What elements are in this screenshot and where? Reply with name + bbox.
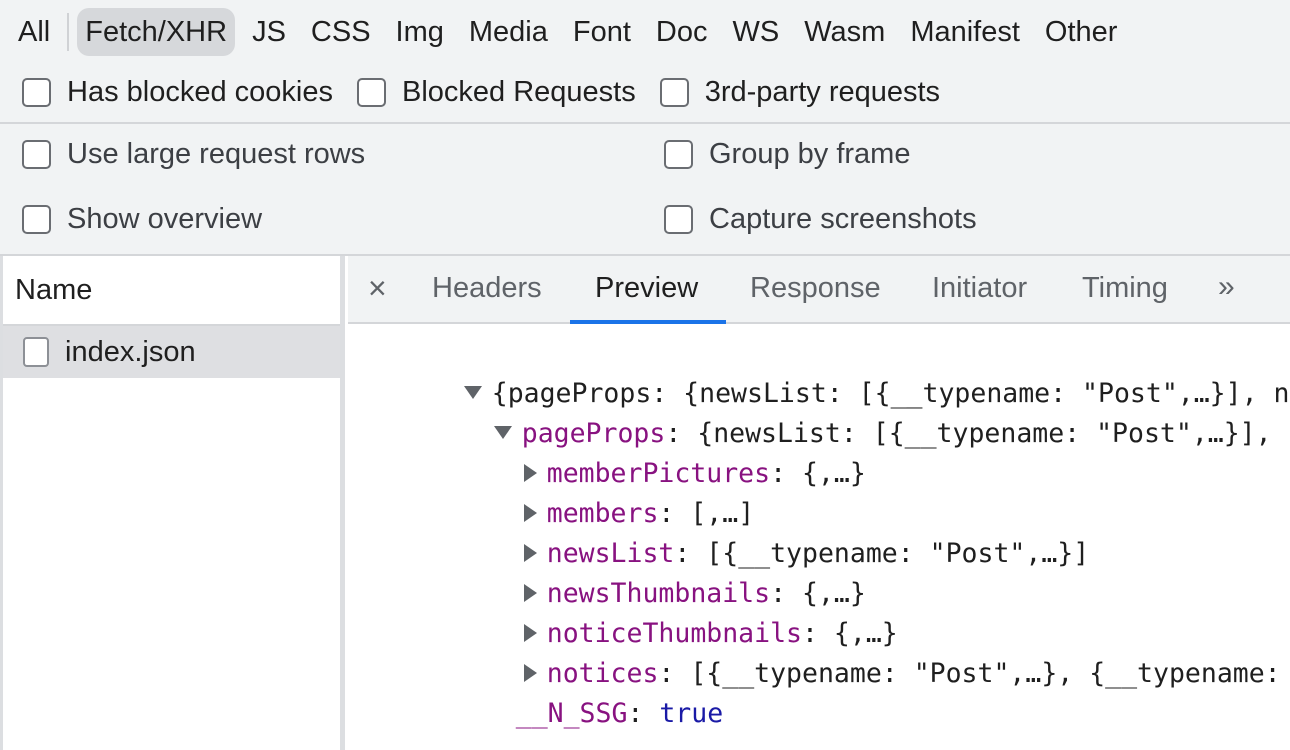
tab-headers[interactable]: Headers [432, 256, 542, 324]
json-entry[interactable]: notices: [{__typename: "Post",…}, {__typ… [428, 614, 1290, 689]
json-entry[interactable]: newsList: [{__typename: "Post",…}] [428, 494, 1089, 569]
filter-img-button[interactable]: Img [388, 8, 452, 56]
filter-fetch-xhr-button[interactable]: Fetch/XHR [77, 8, 236, 56]
group-by-frame-checkbox[interactable] [664, 140, 693, 169]
request-name: index.json [65, 335, 196, 368]
json-entry[interactable]: memberPictures: {,…} [428, 414, 866, 489]
filter-css-button[interactable]: CSS [303, 8, 379, 56]
json-preview: {pageProps: {newsList: [{__typename: "Po… [348, 324, 1290, 750]
blocked-requests-label: Blocked Requests [401, 75, 636, 108]
filter-media-button[interactable]: Media [461, 8, 556, 56]
request-row[interactable]: index.json [3, 326, 340, 378]
filter-other-button[interactable]: Other [1037, 8, 1126, 56]
third-party-requests-checkbox[interactable] [659, 77, 689, 107]
filter-doc-button[interactable]: Doc [648, 8, 716, 56]
json-entry[interactable]: newsThumbnails: {,…} [428, 534, 866, 609]
filter-wasm-button[interactable]: Wasm [796, 8, 893, 56]
request-detail-panel: × Headers Preview Response Initiator Tim… [348, 256, 1290, 750]
json-value: : {,…} [770, 458, 866, 489]
network-settings-pane: Use large request rows Group by frame Sh… [0, 124, 1290, 256]
has-blocked-cookies-label: Has blocked cookies [67, 75, 333, 108]
close-icon[interactable]: × [368, 270, 387, 306]
document-icon [23, 337, 49, 367]
has-blocked-cookies-option[interactable]: Has blocked cookies [22, 76, 333, 109]
group-by-frame-label: Group by frame [709, 138, 911, 170]
json-root-node[interactable]: {pageProps: {newsList: [{__typename: "Po… [368, 334, 1290, 409]
capture-screenshots-checkbox[interactable] [664, 205, 693, 234]
tab-timing[interactable]: Timing [1082, 256, 1168, 324]
json-key: __N_SSG [515, 698, 628, 729]
filter-checkbox-row: Has blocked cookies Blocked Requests 3rd… [22, 70, 964, 114]
filter-divider [67, 13, 70, 51]
filter-all-button[interactable]: All [10, 8, 58, 56]
capture-screenshots-label: Capture screenshots [709, 203, 977, 235]
blocked-requests-option[interactable]: Blocked Requests [356, 75, 636, 109]
network-filter-bar: All Fetch/XHR JS CSS Img Media Font Doc … [0, 0, 1290, 124]
json-entry[interactable]: members: [,…] [428, 454, 754, 529]
has-blocked-cookies-checkbox[interactable] [22, 77, 51, 107]
name-column-header[interactable]: Name [3, 256, 340, 326]
detail-tab-bar: × Headers Preview Response Initiator Tim… [348, 256, 1290, 324]
filter-js-button[interactable]: JS [244, 8, 294, 56]
use-large-rows-option[interactable]: Use large request rows [22, 138, 365, 171]
third-party-requests-label: 3rd-party requests [704, 75, 941, 108]
tab-initiator[interactable]: Initiator [932, 256, 1027, 324]
tab-preview[interactable]: Preview [595, 256, 698, 324]
show-overview-label: Show overview [67, 203, 263, 235]
json-nssg-entry: __N_SSG: true [420, 654, 723, 729]
blocked-requests-checkbox[interactable] [356, 77, 386, 107]
filter-ws-button[interactable]: WS [725, 8, 788, 56]
json-pageprops-node[interactable]: pageProps: {newsList: [{__typename: "Pos… [398, 374, 1290, 449]
group-by-frame-option[interactable]: Group by frame [664, 138, 910, 171]
json-value: : [{__typename: "Post",…}, {__typename: … [658, 658, 1281, 689]
filter-font-button[interactable]: Font [565, 8, 639, 56]
json-boolean-value: true [659, 698, 724, 729]
tab-response[interactable]: Response [750, 256, 881, 324]
json-separator: : [627, 698, 660, 729]
use-large-rows-checkbox[interactable] [22, 140, 51, 169]
resource-type-filters: All Fetch/XHR JS CSS Img Media Font Doc … [0, 6, 1134, 58]
more-tabs-icon[interactable]: » [1218, 270, 1235, 304]
capture-screenshots-option[interactable]: Capture screenshots [664, 203, 977, 236]
request-list-panel: Name index.json [0, 256, 345, 750]
json-entry[interactable]: noticeThumbnails: {,…} [428, 574, 898, 649]
third-party-requests-option[interactable]: 3rd-party requests [659, 75, 941, 109]
filter-manifest-button[interactable]: Manifest [902, 8, 1028, 56]
show-overview-checkbox[interactable] [22, 205, 51, 234]
use-large-rows-label: Use large request rows [67, 138, 366, 170]
show-overview-option[interactable]: Show overview [22, 203, 262, 236]
